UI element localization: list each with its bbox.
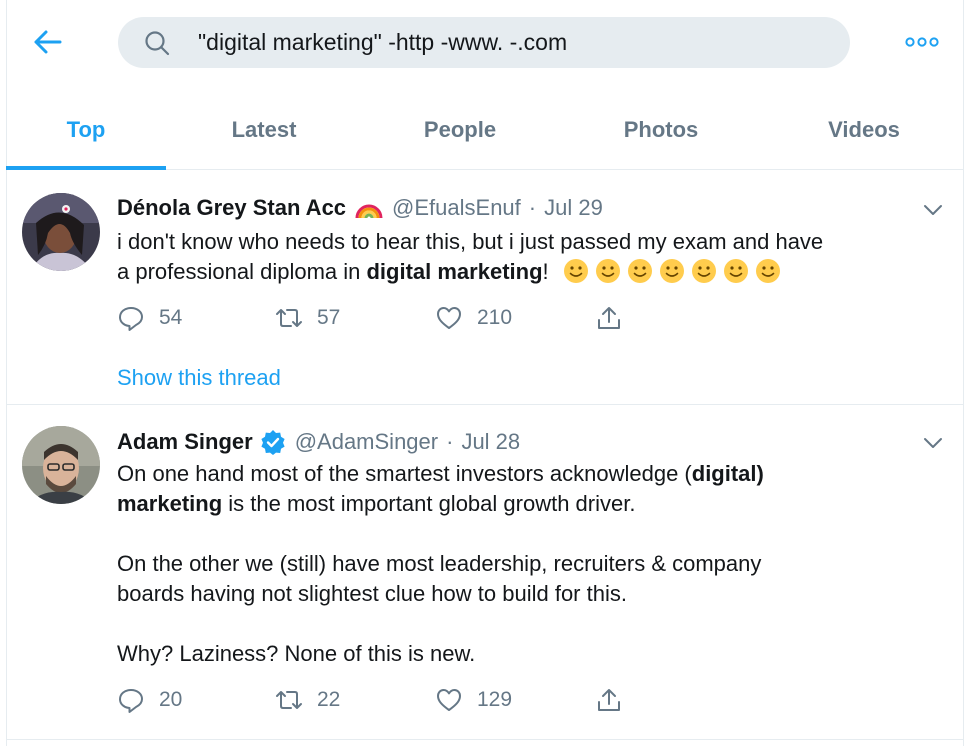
tweet-text-line: On the other we (still) have most leader…: [117, 551, 762, 576]
like-icon: [437, 307, 461, 329]
like-icon: [437, 689, 461, 711]
back-button[interactable]: [30, 26, 66, 58]
separator-dot: ·: [446, 429, 454, 454]
search-input[interactable]: [198, 17, 818, 68]
avatar-image: [22, 193, 100, 271]
emoji-group: [563, 259, 787, 284]
author-name[interactable]: Dénola Grey Stan Acc: [117, 195, 346, 221]
tweet-text-line: Why? Laziness? None of this is new.: [117, 641, 476, 666]
more-button[interactable]: [902, 30, 942, 54]
like-button[interactable]: 210: [435, 302, 512, 334]
slightly-smiling-face-icon: [691, 259, 716, 283]
tweet-text-segment: !: [542, 259, 549, 284]
tweet-header: Adam Singer @AdamSinger · Jul 28: [117, 428, 520, 456]
tweet-date[interactable]: Jul 29: [544, 195, 603, 221]
reply-icon: [119, 689, 143, 713]
slightly-smiling-face-icon: [627, 259, 652, 283]
tweet-text-line: On one hand most of the smartest investo…: [117, 459, 947, 489]
tweet-text: i don't know who needs to hear this, but…: [117, 227, 947, 287]
reply-count: 54: [159, 306, 183, 329]
retweet-count: 57: [317, 306, 341, 329]
share-icon: [598, 307, 620, 329]
tweet-text-line: marketing is the most important global g…: [117, 489, 947, 519]
retweet-count: 22: [317, 688, 341, 711]
search-tabs: Top Latest People Photos Videos: [6, 90, 964, 170]
slightly-smiling-face-icon: [723, 259, 748, 283]
reply-button[interactable]: 20: [117, 684, 182, 716]
like-count: 129: [477, 688, 513, 711]
tab-photos[interactable]: Photos: [558, 90, 764, 170]
tweet-actions: 54 57 210: [117, 302, 637, 334]
chevron-down-icon[interactable]: [922, 436, 944, 450]
more-icon: [905, 37, 939, 47]
tweet-text: On one hand most of the smartest investo…: [117, 459, 947, 669]
tab-videos[interactable]: Videos: [764, 90, 964, 170]
like-button[interactable]: 129: [435, 684, 512, 716]
active-tab-indicator: [6, 166, 166, 170]
avatar-image: [22, 426, 100, 504]
author-handle[interactable]: @AdamSinger: [295, 429, 438, 455]
tweet-text-segment: is the most important global growth driv…: [222, 491, 636, 516]
query-highlight: marketing: [117, 491, 223, 516]
reply-icon: [119, 307, 143, 331]
search-icon: [145, 31, 170, 56]
reply-button[interactable]: 54: [117, 302, 182, 334]
tweet[interactable]: Adam Singer @AdamSinger · Jul 28 On one …: [6, 406, 964, 740]
retweet-button[interactable]: 57: [275, 302, 340, 334]
query-highlight: digital): [691, 461, 764, 486]
back-arrow-icon: [34, 30, 62, 54]
share-button[interactable]: [595, 684, 637, 716]
avatar[interactable]: [22, 426, 100, 504]
show-thread-link[interactable]: Show this thread: [117, 365, 281, 391]
slightly-smiling-face-icon: [659, 259, 684, 283]
retweet-icon: [276, 309, 302, 327]
tweet-text-line: i don't know who needs to hear this, but…: [117, 229, 824, 254]
tab-top[interactable]: Top: [6, 90, 166, 170]
chevron-down-icon[interactable]: [922, 203, 944, 217]
like-count: 210: [477, 306, 513, 329]
tweet[interactable]: Dénola Grey Stan Acc @EfualsEnuf · Jul 2…: [6, 171, 964, 405]
verified-icon: [261, 430, 285, 455]
tweet-actions: 20 22 129: [117, 684, 637, 716]
share-icon: [598, 689, 620, 711]
tab-latest[interactable]: Latest: [166, 90, 362, 170]
separator-dot: ·: [528, 195, 537, 220]
reply-count: 20: [159, 688, 183, 711]
tweet-text-line: a professional diploma in digital market…: [117, 257, 947, 287]
tweet-date[interactable]: Jul 28: [461, 429, 520, 455]
rainbow-icon: [355, 204, 383, 219]
search-box[interactable]: [118, 17, 850, 68]
tab-people[interactable]: People: [362, 90, 558, 170]
retweet-icon: [276, 691, 302, 709]
tweet-text-line: boards having not slightest clue how to …: [117, 581, 627, 606]
tweet-text-segment: a professional diploma in: [117, 259, 367, 284]
query-highlight: digital marketing: [366, 259, 543, 284]
author-handle[interactable]: @EfualsEnuf: [392, 195, 521, 221]
slightly-smiling-face-icon: [595, 259, 620, 283]
slightly-smiling-face-icon: [563, 259, 588, 283]
tweet-header: Dénola Grey Stan Acc @EfualsEnuf · Jul 2…: [117, 195, 603, 221]
slightly-smiling-face-icon: [755, 259, 780, 283]
share-button[interactable]: [595, 302, 637, 334]
author-name[interactable]: Adam Singer: [117, 429, 253, 455]
retweet-button[interactable]: 22: [275, 684, 340, 716]
tweet-text-segment: On one hand most of the smartest investo…: [117, 461, 692, 486]
avatar[interactable]: [22, 193, 100, 271]
